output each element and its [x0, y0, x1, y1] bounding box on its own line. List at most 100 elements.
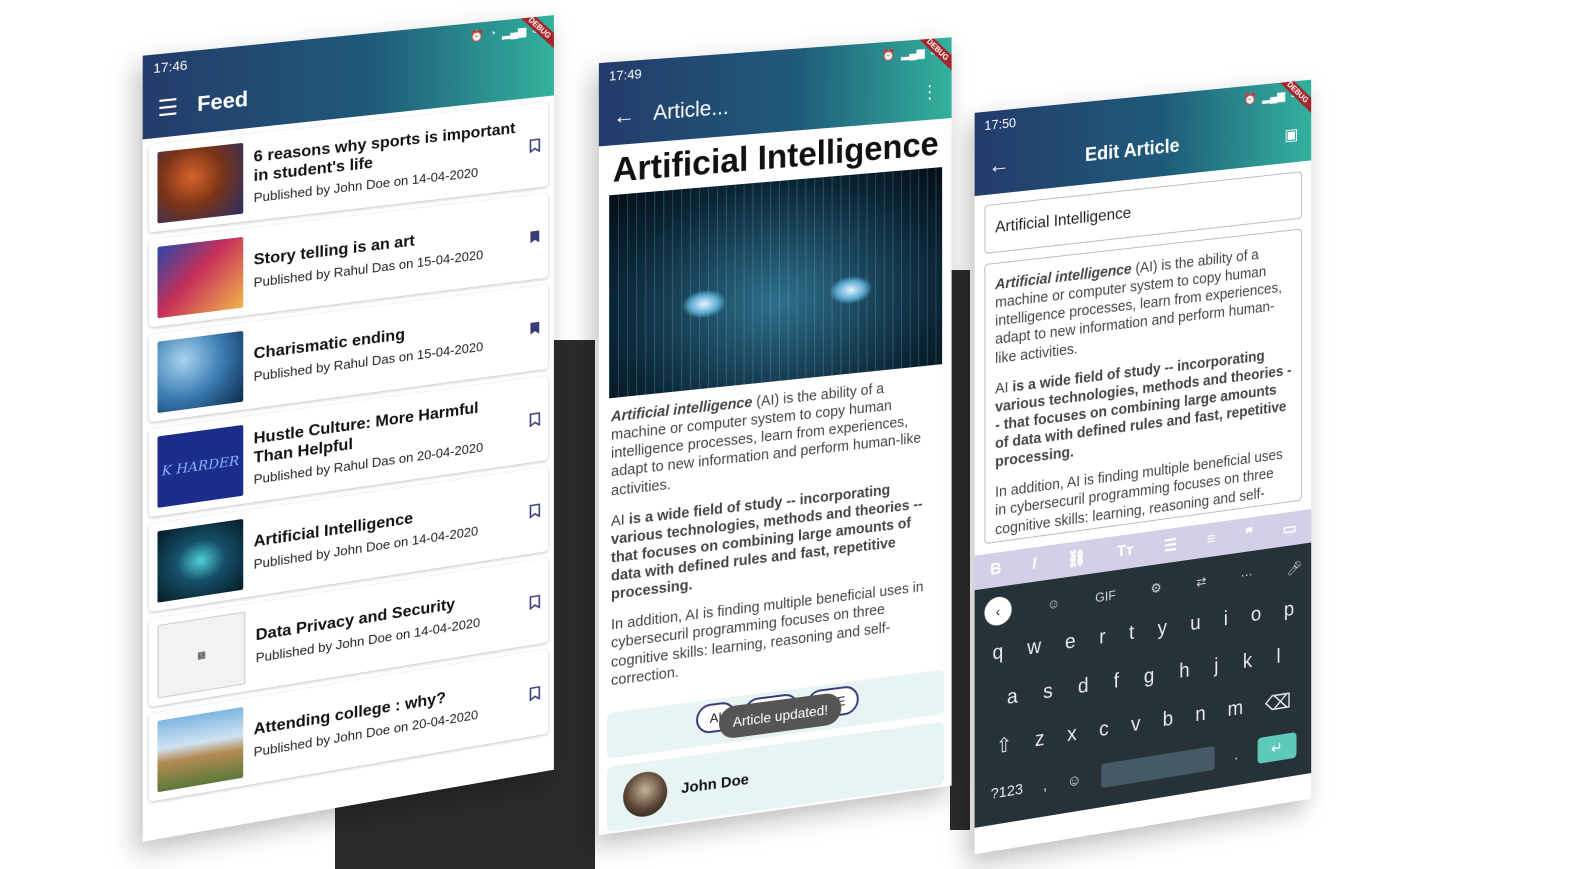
article-text: Data Privacy and Security Published by J… [256, 586, 520, 665]
status-time: 17:49 [608, 65, 642, 84]
key[interactable]: d [1078, 674, 1089, 699]
period-key[interactable]: . [1234, 746, 1238, 763]
key[interactable]: a [1007, 685, 1018, 710]
signal-icon: ▂▄▆ [901, 46, 925, 61]
bold-button[interactable]: B [990, 560, 1001, 580]
emoji-icon[interactable]: ☺ [1067, 771, 1082, 790]
text-cursor [1060, 532, 1062, 545]
key[interactable]: t [1129, 621, 1134, 645]
key[interactable]: w [1027, 635, 1041, 660]
alarm-icon: ⏰ [470, 29, 484, 43]
page-title: Article... [653, 95, 729, 125]
back-arrow-icon[interactable]: ← [988, 151, 1009, 180]
article-text: Artificial Intelligence Published by Joh… [254, 495, 520, 571]
enter-icon[interactable]: ↵ [1257, 732, 1297, 764]
key[interactable]: p [1284, 598, 1294, 622]
soft-keyboard: ‹ ☺ GIF ⚙ ⇄ ⋯ 🎤︎ q w e r t y u i o p a s… [974, 542, 1312, 828]
article-list: 6 reasons why sports is important in stu… [143, 95, 554, 816]
page-title: Edit Article [1084, 135, 1180, 167]
link-icon[interactable]: ⛓ [1067, 547, 1086, 570]
bookmark-outline-icon[interactable] [529, 412, 540, 427]
back-arrow-icon[interactable]: ← [613, 102, 635, 130]
signal-icon: ▂▄▆ [1262, 89, 1286, 104]
article-thumbnail [157, 706, 244, 793]
article-text: Charismatic ending Published by Rahul Da… [254, 312, 520, 384]
key[interactable]: b [1163, 707, 1174, 732]
key[interactable]: h [1179, 659, 1189, 684]
edit-screen: 17:50 ⏰ ▂▄▆ 38 DEBUG ← Edit Article ▣ Ar… [974, 79, 1312, 855]
key[interactable]: g [1144, 664, 1155, 689]
menu-icon[interactable]: ☰ [157, 94, 178, 123]
microphone-icon[interactable]: 🎤︎ [1287, 560, 1302, 578]
key[interactable]: y [1158, 616, 1167, 640]
key[interactable]: k [1243, 649, 1252, 673]
key[interactable]: u [1190, 611, 1200, 635]
keyboard-back-icon[interactable]: ‹ [984, 595, 1012, 628]
key[interactable]: x [1067, 722, 1077, 747]
article-thumbnail [157, 518, 244, 603]
quote-icon[interactable]: ❞ [1245, 524, 1253, 545]
body-editor[interactable]: Artificial intelligence (AI) is the abil… [984, 228, 1302, 545]
article-text: Hustle Culture: More Harmful Than Helpfu… [254, 394, 520, 487]
key[interactable]: q [992, 640, 1003, 665]
key[interactable]: n [1195, 702, 1205, 727]
article-thumbnail [157, 330, 244, 414]
article-text: 6 reasons why sports is important in stu… [254, 120, 520, 205]
signal-icon: ▂▄▆ [502, 25, 527, 40]
bookmark-filled-icon[interactable] [529, 229, 540, 244]
sticker-icon[interactable]: ☺ [1047, 595, 1060, 612]
paragraph-text: (AI) is the ability of a machine or comp… [995, 247, 1282, 367]
bookmark-outline-icon[interactable] [529, 594, 540, 609]
text-size-icon[interactable]: Tт [1117, 542, 1134, 562]
alarm-icon: ⏰ [1243, 92, 1257, 106]
key[interactable]: f [1114, 669, 1119, 693]
key[interactable]: i [1224, 607, 1228, 630]
key[interactable]: m [1228, 696, 1244, 721]
article-text: Story telling is an art Published by Rah… [254, 220, 520, 290]
article-text: Attending college : why? Published by Jo… [254, 678, 520, 760]
settings-icon[interactable]: ⚙ [1151, 580, 1162, 598]
qr-code-icon: ▦ [197, 648, 207, 661]
save-icon[interactable]: ▣ [1284, 124, 1298, 145]
key[interactable]: r [1099, 625, 1105, 649]
key[interactable]: c [1099, 717, 1109, 742]
translate-icon[interactable]: ⇄ [1196, 573, 1206, 590]
key[interactable]: l [1276, 645, 1280, 668]
bookmark-outline-icon[interactable] [529, 503, 540, 518]
symbols-key[interactable]: ?123 [991, 780, 1023, 802]
backspace-icon[interactable]: ⌫ [1265, 688, 1291, 717]
italic-button[interactable]: I [1032, 555, 1036, 574]
gif-button[interactable]: GIF [1095, 587, 1116, 605]
numbered-list-icon[interactable]: ≡ [1207, 530, 1216, 549]
paragraph-text: AI [610, 511, 629, 530]
article-thumbnail [157, 236, 244, 319]
page-title: Feed [197, 87, 249, 117]
key[interactable]: o [1251, 603, 1261, 627]
wifi-icon: ◔ [489, 27, 497, 41]
comma-key[interactable]: , [1043, 776, 1047, 794]
article-thumbnail: ▦ [157, 611, 246, 699]
comment-icon[interactable]: ▭ [1283, 518, 1297, 540]
more-vert-icon[interactable]: ⋮ [921, 81, 938, 103]
avatar [623, 768, 668, 820]
bullet-list-icon[interactable]: ☰ [1164, 535, 1178, 557]
showcase-stage: 17:46 ⏰ ◔ ▂▄▆ 38 DEBUG ☰ Feed 6 reasons … [0, 0, 1590, 869]
shift-icon[interactable]: ⇧ [996, 731, 1012, 759]
article-thumbnail [157, 142, 244, 224]
bookmark-outline-icon[interactable] [529, 686, 540, 702]
paragraph-text: (AI) is the ability of a machine or comp… [610, 381, 922, 500]
key[interactable]: j [1214, 655, 1218, 678]
bookmark-filled-icon[interactable] [529, 321, 540, 336]
article-body: Artificial intelligence (AI) is the abil… [599, 363, 952, 714]
space-bar[interactable] [1101, 745, 1215, 789]
key[interactable]: e [1065, 630, 1076, 655]
key[interactable]: z [1035, 727, 1045, 752]
bookmark-outline-icon[interactable] [529, 138, 540, 153]
alarm-icon: ⏰ [882, 48, 896, 62]
more-horiz-icon[interactable]: ⋯ [1241, 567, 1253, 585]
key[interactable]: s [1043, 679, 1053, 704]
key[interactable]: v [1131, 712, 1140, 737]
article-cover-image [608, 167, 943, 399]
article-screen: 17:49 ⏰ ▂▄▆ 38 DEBUG ← Article... ⋮ Arti… [598, 37, 952, 836]
feed-screen: 17:46 ⏰ ◔ ▂▄▆ 38 DEBUG ☰ Feed 6 reasons … [142, 15, 554, 842]
